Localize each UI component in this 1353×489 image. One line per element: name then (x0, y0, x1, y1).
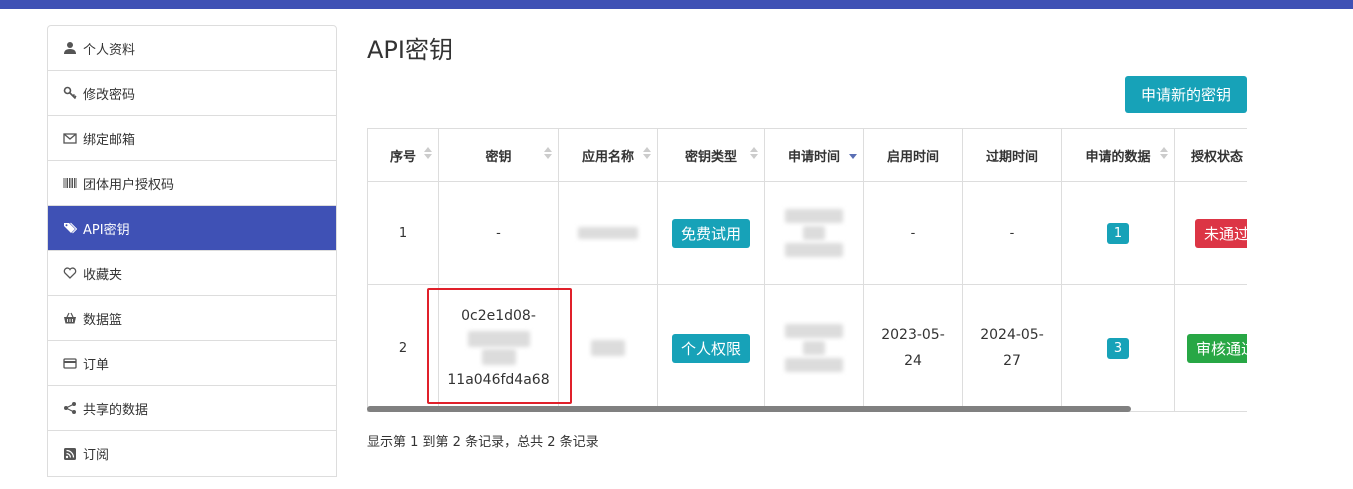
cell-index: 1 (367, 181, 439, 285)
sidebar-item-group-auth-code[interactable]: 团体用户授权码 (48, 161, 336, 206)
sort-desc-icon (849, 146, 857, 160)
sort-icon (1160, 146, 1168, 160)
column-header-expire-time[interactable]: 过期时间 (962, 128, 1062, 182)
column-header-index[interactable]: 序号 (367, 128, 439, 182)
top-accent-bar (0, 0, 1353, 9)
pagination-summary: 显示第 1 到第 2 条记录，总共 2 条记录 (367, 435, 599, 450)
sidebar-item-label: 共享的数据 (83, 402, 149, 418)
key-text-part1: 0c2e1d08- (461, 308, 536, 324)
sidebar-item-label: 数据篮 (83, 312, 123, 328)
barcode-icon (63, 176, 77, 190)
sidebar-item-label: 修改密码 (83, 87, 136, 103)
sort-icon (750, 146, 758, 160)
credit-card-icon (63, 356, 77, 370)
cell-enable-time: - (863, 181, 963, 285)
key-text-part2: 11a046fd4a68 (447, 372, 550, 388)
page-title: API密钥 (367, 36, 453, 64)
table-header-row: 序号 密钥 应用名称 密钥类型 申请时间 启用时间 过期时间 申请的数据 授权状… (367, 128, 1247, 182)
key-type-badge: 个人权限 (671, 333, 750, 363)
account-sidebar: 个人资料 修改密码 绑定邮箱 团体用户授权码 API密钥 收藏夹 数据篮 订单 … (47, 25, 337, 477)
heart-icon (63, 266, 77, 280)
cell-expire-time: 2024-05- 27 (962, 284, 1062, 412)
data-count-badge[interactable]: 1 (1106, 222, 1130, 244)
cell-key-type: 免费试用 (657, 181, 765, 285)
sidebar-item-profile[interactable]: 个人资料 (48, 26, 336, 71)
sort-icon (544, 146, 552, 160)
cell-app-name (558, 181, 658, 285)
cell-status: 未通过 (1174, 181, 1247, 285)
user-icon (63, 41, 77, 55)
cell-key: 0c2e1d08- 11a046fd4a68 (438, 284, 559, 412)
cell-app-name (558, 284, 658, 412)
column-header-app-name[interactable]: 应用名称 (558, 128, 658, 182)
envelope-icon (63, 131, 77, 145)
cell-apply-time (764, 181, 864, 285)
key-type-badge: 免费试用 (671, 218, 750, 248)
column-header-enable-time[interactable]: 启用时间 (863, 128, 963, 182)
sidebar-item-label: 收藏夹 (83, 267, 123, 283)
redacted-text (785, 209, 843, 223)
sidebar-item-subscriptions[interactable]: 订阅 (48, 431, 336, 476)
sidebar-item-orders[interactable]: 订单 (48, 341, 336, 386)
cell-index: 2 (367, 284, 439, 412)
horizontal-scrollbar[interactable] (367, 406, 1131, 412)
redacted-text (481, 349, 516, 365)
sort-icon (643, 146, 651, 160)
sort-icon (424, 146, 432, 160)
cell-status: 审核通过 (1174, 284, 1247, 412)
sidebar-item-label: 团体用户授权码 (83, 177, 175, 193)
key-icon (63, 86, 77, 100)
data-count-badge[interactable]: 3 (1106, 337, 1130, 359)
redacted-text (803, 341, 825, 355)
status-badge: 审核通过 (1187, 333, 1247, 363)
redacted-text (467, 331, 530, 347)
table-row: 1 - 免费试用 - - 1 未通过 (367, 181, 1247, 285)
tags-icon (63, 221, 77, 235)
sidebar-item-bind-email[interactable]: 绑定邮箱 (48, 116, 336, 161)
redacted-text (785, 324, 843, 338)
redacted-text (803, 226, 825, 240)
sidebar-item-favorites[interactable]: 收藏夹 (48, 251, 336, 296)
sidebar-item-label: 绑定邮箱 (83, 132, 136, 148)
column-header-key[interactable]: 密钥 (438, 128, 559, 182)
redacted-text (578, 227, 638, 239)
column-header-key-type[interactable]: 密钥类型 (657, 128, 765, 182)
redacted-text (785, 358, 843, 372)
cell-enable-time: 2023-05- 24 (863, 284, 963, 412)
sidebar-item-label: 个人资料 (83, 42, 136, 58)
apply-new-key-button[interactable]: 申请新的密钥 (1125, 76, 1247, 113)
api-key-table-container[interactable]: 序号 密钥 应用名称 密钥类型 申请时间 启用时间 过期时间 申请的数据 授权状… (367, 128, 1247, 416)
sidebar-item-data-basket[interactable]: 数据篮 (48, 296, 336, 341)
cell-key: - (438, 181, 559, 285)
redacted-text (591, 340, 625, 356)
sidebar-item-label: 订阅 (83, 448, 110, 463)
sidebar-item-shared-data[interactable]: 共享的数据 (48, 386, 336, 431)
sidebar-item-label: API密钥 (83, 222, 130, 238)
cell-expire-time: - (962, 181, 1062, 285)
sidebar-item-change-password[interactable]: 修改密码 (48, 71, 336, 116)
cell-apply-time (764, 284, 864, 412)
column-header-data-count[interactable]: 申请的数据 (1061, 128, 1175, 182)
cell-data-count: 3 (1061, 284, 1175, 412)
sidebar-item-api-key[interactable]: API密钥 (48, 206, 336, 251)
sidebar-item-label: 订单 (83, 357, 110, 373)
table-row: 2 0c2e1d08- 11a046fd4a68 个人权限 2023-05- 2… (367, 284, 1247, 412)
status-badge: 未通过 (1195, 218, 1247, 248)
share-icon (63, 401, 77, 415)
column-header-status[interactable]: 授权状态 (1174, 128, 1247, 182)
basket-icon (63, 311, 77, 325)
rss-icon (63, 447, 77, 461)
redacted-text (785, 243, 843, 257)
column-header-apply-time[interactable]: 申请时间 (764, 128, 864, 182)
api-key-table: 序号 密钥 应用名称 密钥类型 申请时间 启用时间 过期时间 申请的数据 授权状… (367, 128, 1247, 412)
cell-key-type: 个人权限 (657, 284, 765, 412)
cell-data-count: 1 (1061, 181, 1175, 285)
